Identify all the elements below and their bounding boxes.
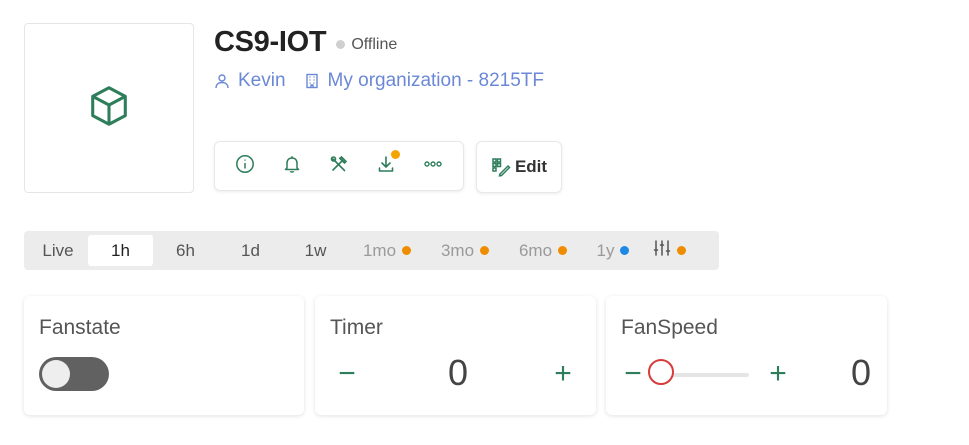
- widget-title: Fanstate: [39, 316, 121, 339]
- time-range-label: 1d: [241, 240, 260, 260]
- fanspeed-slider-thumb[interactable]: [648, 359, 674, 385]
- timer-decrement-button[interactable]: −: [329, 356, 365, 392]
- edit-icon: [491, 157, 511, 177]
- time-range-3mo[interactable]: 3mo: [426, 235, 504, 266]
- status-text: Offline: [351, 35, 398, 53]
- time-range-bar: Live 1h 6h 1d 1w 1mo 3mo 6mo 1y: [24, 231, 719, 270]
- status-dot: [336, 40, 346, 49]
- time-range-label: 6mo: [518, 240, 553, 260]
- device-header: CS9-IOT Offline: [214, 26, 397, 59]
- time-range-live[interactable]: Live: [28, 235, 88, 266]
- premium-dot: [676, 246, 686, 255]
- owner-link[interactable]: Kevin: [238, 70, 286, 92]
- building-icon: [304, 73, 320, 89]
- more-icon: [423, 154, 443, 179]
- timer-widget: Timer − 0 +: [315, 296, 596, 415]
- download-button[interactable]: [368, 148, 404, 184]
- notifications-button[interactable]: [274, 148, 310, 184]
- widget-title: FanSpeed: [621, 316, 718, 339]
- premium-dot: [558, 246, 568, 255]
- premium-dot: [620, 246, 630, 255]
- time-range-1y[interactable]: 1y: [582, 235, 644, 266]
- organization-link[interactable]: My organization - 8215TF: [328, 70, 545, 92]
- minus-icon: −: [624, 357, 642, 390]
- time-range-label: 1w: [304, 240, 327, 260]
- time-range-1w[interactable]: 1w: [283, 235, 348, 266]
- time-range-1d[interactable]: 1d: [218, 235, 283, 266]
- premium-dot: [480, 246, 490, 255]
- info-button[interactable]: [227, 148, 263, 184]
- fanspeed-increment-button[interactable]: +: [760, 356, 796, 392]
- more-button[interactable]: [415, 148, 451, 184]
- info-icon: [235, 154, 255, 179]
- timer-increment-button[interactable]: +: [545, 356, 581, 392]
- time-range-label: Live: [42, 240, 74, 260]
- action-toolbar: [214, 141, 464, 191]
- fanstate-widget: Fanstate: [24, 296, 304, 415]
- time-range-1mo[interactable]: 1mo: [348, 235, 426, 266]
- device-meta: Kevin My organization - 8215TF: [214, 70, 544, 92]
- filter-button[interactable]: [644, 235, 694, 266]
- time-range-label: 6h: [176, 240, 195, 260]
- time-range-6mo[interactable]: 6mo: [504, 235, 582, 266]
- edit-button[interactable]: Edit: [476, 141, 562, 193]
- plus-icon: +: [554, 357, 572, 390]
- cube-icon: [86, 83, 132, 134]
- edit-label: Edit: [514, 157, 548, 176]
- tools-button[interactable]: [321, 148, 357, 184]
- widget-title: Timer: [330, 316, 383, 339]
- toggle-knob: [42, 360, 70, 388]
- time-range-label: 1y: [596, 240, 615, 260]
- time-range-label: 1mo: [362, 240, 397, 260]
- time-range-1h[interactable]: 1h: [88, 235, 153, 266]
- fanspeed-decrement-button[interactable]: −: [615, 356, 651, 392]
- download-badge-dot: [391, 150, 401, 159]
- user-icon: [214, 73, 230, 89]
- fanstate-toggle[interactable]: [39, 357, 109, 391]
- device-image-tile: [24, 23, 194, 193]
- time-range-6h[interactable]: 6h: [153, 235, 218, 266]
- fanspeed-widget: FanSpeed − + 0: [606, 296, 887, 415]
- tools-icon: [329, 154, 349, 179]
- premium-dot: [402, 246, 412, 255]
- time-range-label: 3mo: [440, 240, 475, 260]
- sliders-icon: [653, 239, 671, 262]
- device-name: CS9-IOT: [214, 26, 327, 58]
- fanspeed-value: 0: [850, 352, 871, 393]
- time-range-label: 1h: [111, 240, 130, 260]
- timer-value: 0: [447, 352, 468, 393]
- minus-icon: −: [338, 357, 356, 390]
- bell-icon: [282, 154, 302, 179]
- status-badge: Offline: [336, 36, 397, 54]
- plus-icon: +: [769, 357, 787, 390]
